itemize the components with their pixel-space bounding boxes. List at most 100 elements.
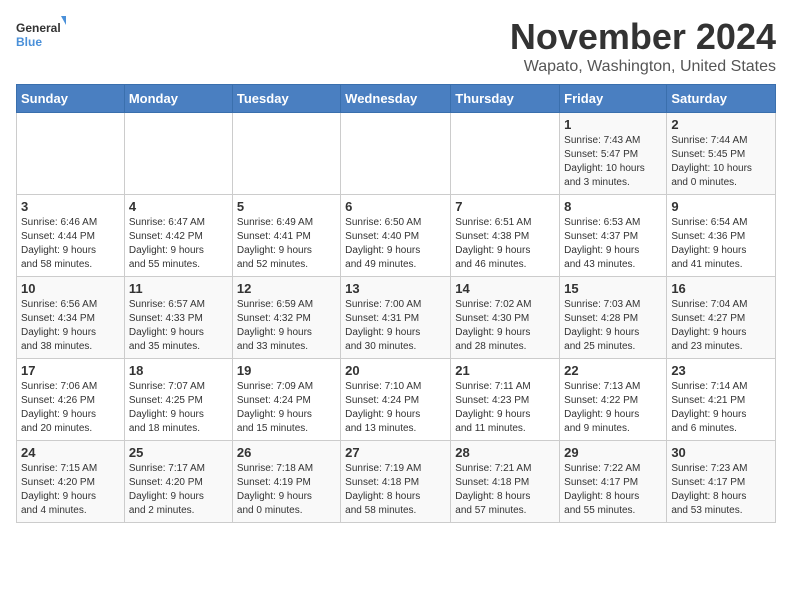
day-info: Sunrise: 7:13 AM Sunset: 4:22 PM Dayligh… bbox=[564, 380, 662, 436]
day-info: Sunrise: 7:03 AM Sunset: 4:28 PM Dayligh… bbox=[564, 298, 662, 354]
weekday-header: Wednesday bbox=[341, 85, 451, 113]
day-info: Sunrise: 7:21 AM Sunset: 4:18 PM Dayligh… bbox=[455, 462, 555, 518]
calendar-cell: 19 Sunrise: 7:09 AM Sunset: 4:24 PM Dayli… bbox=[232, 359, 340, 441]
calendar-cell: 29 Sunrise: 7:22 AM Sunset: 4:17 PM Dayli… bbox=[560, 441, 667, 523]
header: General Blue November 2024 Wapato, Washi… bbox=[16, 16, 776, 76]
day-info: Sunrise: 7:43 AM Sunset: 5:47 PM Dayligh… bbox=[564, 134, 662, 190]
day-number: 4 bbox=[129, 199, 228, 214]
calendar-cell bbox=[124, 113, 232, 195]
title-area: November 2024 Wapato, Washington, United… bbox=[510, 16, 776, 76]
day-info: Sunrise: 7:44 AM Sunset: 5:45 PM Dayligh… bbox=[671, 134, 771, 190]
day-info: Sunrise: 6:54 AM Sunset: 4:36 PM Dayligh… bbox=[671, 216, 771, 272]
day-info: Sunrise: 7:06 AM Sunset: 4:26 PM Dayligh… bbox=[21, 380, 120, 436]
day-info: Sunrise: 7:10 AM Sunset: 4:24 PM Dayligh… bbox=[345, 380, 446, 436]
calendar-cell: 12Sunrise: 6:59 AM Sunset: 4:32 PM Dayli… bbox=[232, 277, 340, 359]
calendar-week-row: 17 Sunrise: 7:06 AM Sunset: 4:26 PM Dayli… bbox=[17, 359, 776, 441]
day-number: 5 bbox=[237, 199, 336, 214]
day-number: 6 bbox=[345, 199, 446, 214]
day-number: 29 bbox=[564, 445, 662, 460]
calendar-cell: 26 Sunrise: 7:18 AM Sunset: 4:19 PM Dayli… bbox=[232, 441, 340, 523]
calendar-table: SundayMondayTuesdayWednesdayThursdayFrid… bbox=[16, 84, 776, 523]
calendar-cell: 14 Sunrise: 7:02 AM Sunset: 4:30 PM Dayli… bbox=[451, 277, 560, 359]
calendar-cell bbox=[232, 113, 340, 195]
calendar-cell: 27 Sunrise: 7:19 AM Sunset: 4:18 PM Dayli… bbox=[341, 441, 451, 523]
calendar-cell: 1 Sunrise: 7:43 AM Sunset: 5:47 PM Daylig… bbox=[560, 113, 667, 195]
day-info: Sunrise: 7:22 AM Sunset: 4:17 PM Dayligh… bbox=[564, 462, 662, 518]
weekday-header: Friday bbox=[560, 85, 667, 113]
day-number: 14 bbox=[455, 281, 555, 296]
calendar-cell: 23 Sunrise: 7:14 AM Sunset: 4:21 PM Dayli… bbox=[667, 359, 776, 441]
calendar-cell: 11 Sunrise: 6:57 AM Sunset: 4:33 PM Dayli… bbox=[124, 277, 232, 359]
day-info: Sunrise: 6:56 AM Sunset: 4:34 PM Dayligh… bbox=[21, 298, 120, 354]
day-info: Sunrise: 7:17 AM Sunset: 4:20 PM Dayligh… bbox=[129, 462, 228, 518]
calendar-cell: 22 Sunrise: 7:13 AM Sunset: 4:22 PM Dayli… bbox=[560, 359, 667, 441]
day-number: 27 bbox=[345, 445, 446, 460]
day-info: Sunrise: 7:04 AM Sunset: 4:27 PM Dayligh… bbox=[671, 298, 771, 354]
calendar-cell: 28 Sunrise: 7:21 AM Sunset: 4:18 PM Dayli… bbox=[451, 441, 560, 523]
day-number: 22 bbox=[564, 363, 662, 378]
day-info: Sunrise: 6:51 AM Sunset: 4:38 PM Dayligh… bbox=[455, 216, 555, 272]
calendar-cell bbox=[341, 113, 451, 195]
calendar-cell: 2Sunrise: 7:44 AM Sunset: 5:45 PM Daylig… bbox=[667, 113, 776, 195]
calendar-week-row: 1 Sunrise: 7:43 AM Sunset: 5:47 PM Daylig… bbox=[17, 113, 776, 195]
calendar-cell: 4 Sunrise: 6:47 AM Sunset: 4:42 PM Daylig… bbox=[124, 195, 232, 277]
day-info: Sunrise: 7:19 AM Sunset: 4:18 PM Dayligh… bbox=[345, 462, 446, 518]
weekday-header: Sunday bbox=[17, 85, 125, 113]
calendar-cell: 20 Sunrise: 7:10 AM Sunset: 4:24 PM Dayli… bbox=[341, 359, 451, 441]
day-number: 28 bbox=[455, 445, 555, 460]
day-info: Sunrise: 7:23 AM Sunset: 4:17 PM Dayligh… bbox=[671, 462, 771, 518]
day-number: 16 bbox=[671, 281, 771, 296]
calendar-cell: 9 Sunrise: 6:54 AM Sunset: 4:36 PM Daylig… bbox=[667, 195, 776, 277]
day-info: Sunrise: 7:07 AM Sunset: 4:25 PM Dayligh… bbox=[129, 380, 228, 436]
day-number: 20 bbox=[345, 363, 446, 378]
day-number: 24 bbox=[21, 445, 120, 460]
day-number: 30 bbox=[671, 445, 771, 460]
logo: General Blue bbox=[16, 16, 66, 56]
weekday-header: Thursday bbox=[451, 85, 560, 113]
calendar-cell: 17 Sunrise: 7:06 AM Sunset: 4:26 PM Dayli… bbox=[17, 359, 125, 441]
weekday-header: Monday bbox=[124, 85, 232, 113]
day-number: 23 bbox=[671, 363, 771, 378]
day-info: Sunrise: 7:15 AM Sunset: 4:20 PM Dayligh… bbox=[21, 462, 120, 518]
day-number: 26 bbox=[237, 445, 336, 460]
header-row: SundayMondayTuesdayWednesdayThursdayFrid… bbox=[17, 85, 776, 113]
day-info: Sunrise: 6:57 AM Sunset: 4:33 PM Dayligh… bbox=[129, 298, 228, 354]
day-number: 19 bbox=[237, 363, 336, 378]
svg-text:General: General bbox=[16, 21, 61, 35]
day-number: 3 bbox=[21, 199, 120, 214]
day-number: 13 bbox=[345, 281, 446, 296]
day-number: 17 bbox=[21, 363, 120, 378]
logo-svg: General Blue bbox=[16, 16, 66, 56]
day-info: Sunrise: 7:18 AM Sunset: 4:19 PM Dayligh… bbox=[237, 462, 336, 518]
calendar-week-row: 3 Sunrise: 6:46 AM Sunset: 4:44 PM Daylig… bbox=[17, 195, 776, 277]
svg-text:Blue: Blue bbox=[16, 35, 42, 49]
day-info: Sunrise: 6:47 AM Sunset: 4:42 PM Dayligh… bbox=[129, 216, 228, 272]
day-info: Sunrise: 7:14 AM Sunset: 4:21 PM Dayligh… bbox=[671, 380, 771, 436]
calendar-cell: 21Sunrise: 7:11 AM Sunset: 4:23 PM Dayli… bbox=[451, 359, 560, 441]
calendar-cell: 5 Sunrise: 6:49 AM Sunset: 4:41 PM Daylig… bbox=[232, 195, 340, 277]
day-info: Sunrise: 6:46 AM Sunset: 4:44 PM Dayligh… bbox=[21, 216, 120, 272]
month-title: November 2024 bbox=[510, 16, 776, 58]
day-number: 11 bbox=[129, 281, 228, 296]
calendar-cell: 13 Sunrise: 7:00 AM Sunset: 4:31 PM Dayli… bbox=[341, 277, 451, 359]
day-number: 1 bbox=[564, 117, 662, 132]
day-info: Sunrise: 6:59 AM Sunset: 4:32 PM Dayligh… bbox=[237, 298, 336, 354]
day-number: 9 bbox=[671, 199, 771, 214]
day-info: Sunrise: 7:11 AM Sunset: 4:23 PM Dayligh… bbox=[455, 380, 555, 436]
day-info: Sunrise: 6:49 AM Sunset: 4:41 PM Dayligh… bbox=[237, 216, 336, 272]
day-info: Sunrise: 7:09 AM Sunset: 4:24 PM Dayligh… bbox=[237, 380, 336, 436]
calendar-week-row: 10 Sunrise: 6:56 AM Sunset: 4:34 PM Dayli… bbox=[17, 277, 776, 359]
calendar-cell: 10 Sunrise: 6:56 AM Sunset: 4:34 PM Dayli… bbox=[17, 277, 125, 359]
day-info: Sunrise: 6:50 AM Sunset: 4:40 PM Dayligh… bbox=[345, 216, 446, 272]
day-number: 7 bbox=[455, 199, 555, 214]
day-number: 8 bbox=[564, 199, 662, 214]
location-title: Wapato, Washington, United States bbox=[510, 58, 776, 76]
weekday-header: Saturday bbox=[667, 85, 776, 113]
day-info: Sunrise: 7:02 AM Sunset: 4:30 PM Dayligh… bbox=[455, 298, 555, 354]
day-number: 15 bbox=[564, 281, 662, 296]
day-number: 10 bbox=[21, 281, 120, 296]
day-info: Sunrise: 7:00 AM Sunset: 4:31 PM Dayligh… bbox=[345, 298, 446, 354]
day-number: 25 bbox=[129, 445, 228, 460]
calendar-cell: 24 Sunrise: 7:15 AM Sunset: 4:20 PM Dayli… bbox=[17, 441, 125, 523]
calendar-cell: 18Sunrise: 7:07 AM Sunset: 4:25 PM Dayli… bbox=[124, 359, 232, 441]
